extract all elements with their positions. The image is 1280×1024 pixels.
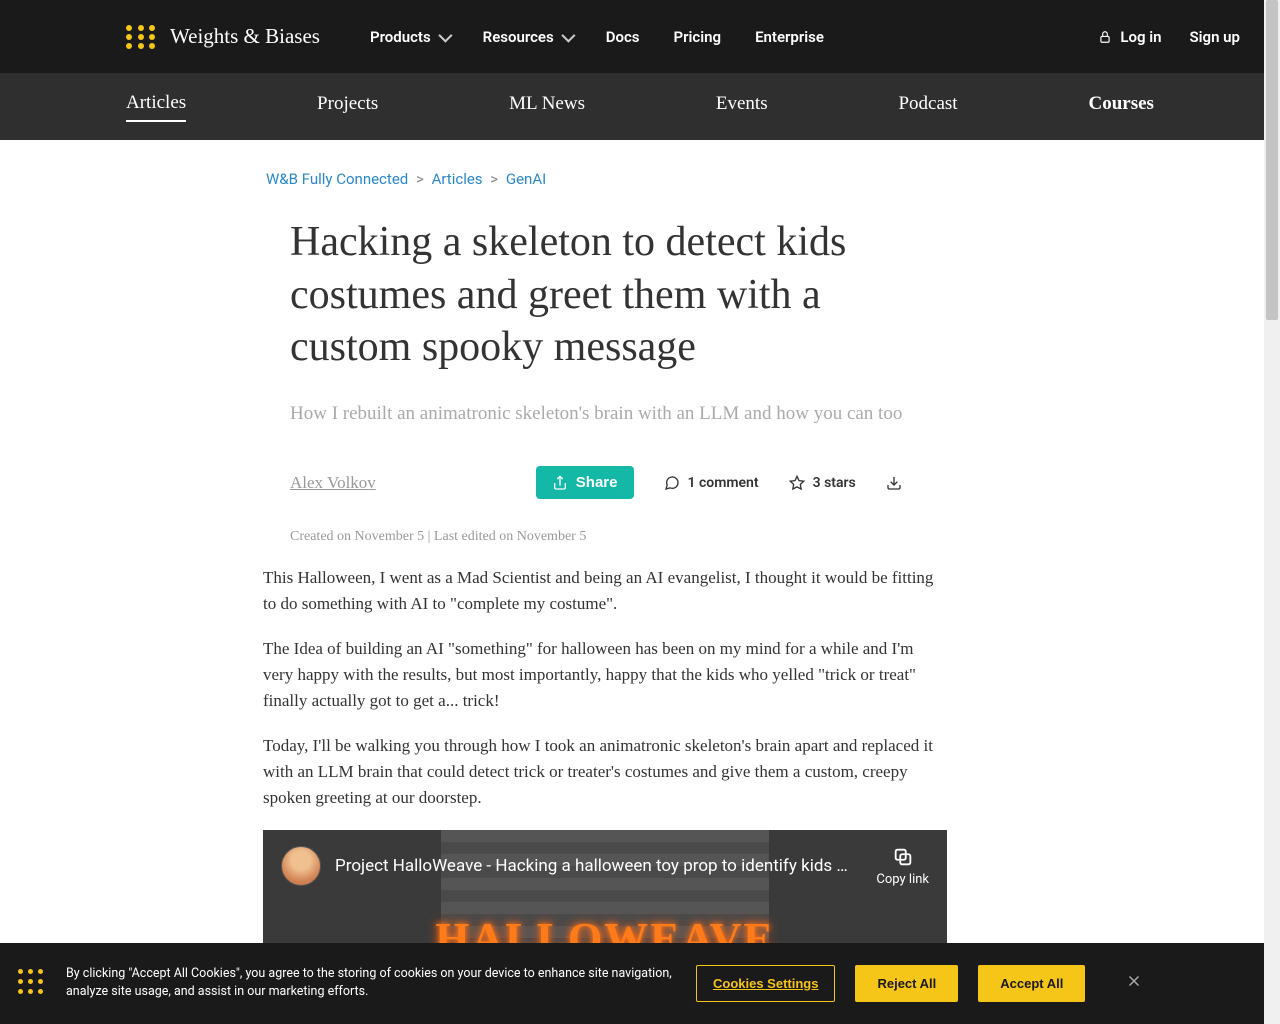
- close-icon: [1125, 972, 1143, 990]
- download-icon: [886, 475, 902, 491]
- chevron-down-icon: [438, 28, 452, 42]
- cookie-settings-button[interactable]: Cookies Settings: [696, 965, 835, 1002]
- scrollbar[interactable]: [1264, 0, 1280, 1024]
- cookie-logo-icon: [18, 969, 46, 997]
- download-button[interactable]: [886, 475, 902, 491]
- copy-link-button[interactable]: Copy link: [876, 846, 929, 887]
- article-header: Hacking a skeleton to detect kids costum…: [290, 216, 950, 428]
- nav-resources-label: Resources: [483, 28, 554, 46]
- cookie-reject-button[interactable]: Reject All: [855, 965, 958, 1002]
- top-nav: Products Resources Docs Pricing Enterpri…: [370, 28, 824, 46]
- breadcrumb-root[interactable]: W&B Fully Connected: [266, 170, 408, 188]
- top-header: Weights & Biases Products Resources Docs…: [0, 0, 1280, 73]
- brand-name: Weights & Biases: [170, 24, 320, 49]
- video-header: Project HalloWeave - Hacking a halloween…: [263, 830, 947, 903]
- video-title[interactable]: Project HalloWeave - Hacking a halloween…: [335, 856, 855, 876]
- star-icon: [789, 475, 805, 491]
- lock-icon: [1098, 30, 1112, 44]
- share-label: Share: [576, 474, 618, 491]
- breadcrumb-sep: >: [416, 170, 424, 188]
- logo[interactable]: Weights & Biases: [126, 21, 320, 53]
- subnav-courses[interactable]: Courses: [1088, 93, 1153, 121]
- header-right: Log in Sign up: [1098, 28, 1240, 46]
- author-link[interactable]: Alex Volkov: [290, 473, 376, 493]
- breadcrumb: W&B Fully Connected > Articles > GenAI: [266, 170, 1280, 188]
- comments-button[interactable]: 1 comment: [664, 475, 759, 491]
- cookie-accept-button[interactable]: Accept All: [978, 965, 1085, 1002]
- breadcrumb-sep: >: [490, 170, 498, 188]
- scrollbar-thumb[interactable]: [1266, 0, 1278, 320]
- subnav-ml-news[interactable]: ML News: [509, 93, 585, 121]
- video-info: Project HalloWeave - Hacking a halloween…: [281, 846, 855, 886]
- subnav-articles[interactable]: Articles: [126, 92, 186, 122]
- channel-avatar[interactable]: [281, 846, 321, 886]
- breadcrumb-genai[interactable]: GenAI: [506, 170, 546, 188]
- nav-products[interactable]: Products: [370, 28, 449, 46]
- signup-link[interactable]: Sign up: [1189, 28, 1240, 46]
- cookie-close-button[interactable]: [1125, 971, 1143, 996]
- article-title: Hacking a skeleton to detect kids costum…: [290, 216, 950, 374]
- copy-link-label: Copy link: [876, 872, 929, 887]
- login-link[interactable]: Log in: [1098, 28, 1161, 46]
- article-meta: Alex Volkov Share 1 comment 3 stars: [290, 466, 1280, 499]
- paragraph: This Halloween, I went as a Mad Scientis…: [263, 565, 947, 618]
- sub-nav: Articles Projects ML News Events Podcast…: [0, 73, 1280, 140]
- article-dates: Created on November 5 | Last edited on N…: [290, 529, 1280, 545]
- nav-enterprise[interactable]: Enterprise: [755, 28, 824, 46]
- header-left: Weights & Biases Products Resources Docs…: [126, 21, 824, 53]
- nav-products-label: Products: [370, 28, 431, 46]
- nav-resources[interactable]: Resources: [483, 28, 572, 46]
- paragraph: Today, I'll be walking you through how I…: [263, 733, 947, 812]
- article-subtitle: How I rebuilt an animatronic skeleton's …: [290, 400, 950, 429]
- comments-label: 1 comment: [688, 475, 759, 491]
- cookie-text: By clicking "Accept All Cookies", you ag…: [66, 965, 676, 1003]
- share-icon: [552, 475, 568, 491]
- article-content: W&B Fully Connected > Articles > GenAI H…: [0, 140, 1280, 970]
- article-body: This Halloween, I went as a Mad Scientis…: [263, 565, 947, 812]
- comment-icon: [664, 475, 680, 491]
- copy-icon: [892, 846, 914, 868]
- paragraph: The Idea of building an AI "something" f…: [263, 636, 947, 715]
- stars-label: 3 stars: [813, 475, 856, 491]
- nav-pricing[interactable]: Pricing: [674, 28, 722, 46]
- nav-docs[interactable]: Docs: [606, 28, 640, 46]
- cookie-banner: By clicking "Accept All Cookies", you ag…: [0, 943, 1280, 1024]
- breadcrumb-articles[interactable]: Articles: [432, 170, 483, 188]
- share-button[interactable]: Share: [536, 466, 634, 499]
- login-label: Log in: [1120, 28, 1161, 46]
- subnav-podcast[interactable]: Podcast: [898, 93, 957, 121]
- subnav-projects[interactable]: Projects: [317, 93, 378, 121]
- subnav-events[interactable]: Events: [716, 93, 768, 121]
- logo-icon: [126, 21, 158, 53]
- stars-button[interactable]: 3 stars: [789, 475, 856, 491]
- chevron-down-icon: [561, 28, 575, 42]
